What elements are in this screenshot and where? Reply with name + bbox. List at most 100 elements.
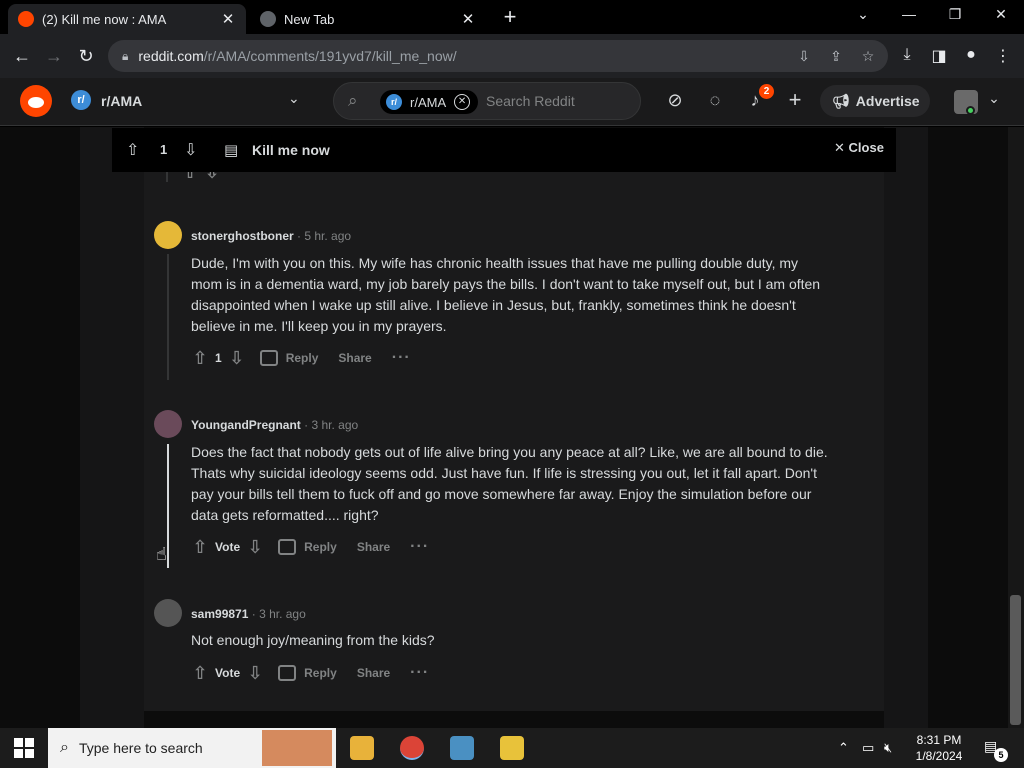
community-chip-icon: r/ (386, 94, 402, 110)
chat-icon[interactable]: ◌ (703, 90, 727, 111)
upvote-icon[interactable]: ⇧ (189, 348, 211, 369)
search-highlight-image[interactable] (262, 730, 332, 766)
comments-panel: ⇧ ⇩ stonerghostboner · 5 hr. ago Dude, I… (144, 172, 884, 711)
search-icon: ⌕ (60, 739, 69, 756)
network-icon[interactable]: ▭ (862, 740, 874, 756)
reply-button[interactable]: Reply (278, 539, 337, 555)
show-hidden-icons-icon[interactable]: ⌃ (838, 740, 849, 756)
comment-meta: sam99871 · 3 hr. ago (191, 607, 306, 621)
downloads-icon[interactable]: ⤓ (896, 46, 918, 64)
reply-button[interactable]: Reply (278, 665, 337, 681)
reply-label: Reply (285, 351, 319, 365)
downvote-icon[interactable]: ⇩ (201, 172, 223, 183)
thread-line[interactable] (166, 172, 168, 182)
upvote-icon[interactable]: ⇧ (189, 537, 211, 558)
search-icon: ⌕ (348, 91, 358, 110)
community-name[interactable]: r/AMA (101, 93, 142, 109)
file-explorer-icon[interactable] (350, 736, 374, 760)
new-tab-button[interactable]: + (498, 6, 522, 28)
clock-time: 8:31 PM (916, 733, 962, 747)
thread-line[interactable] (167, 444, 169, 568)
chevron-down-icon[interactable]: ⌄ (288, 90, 300, 107)
comment-timestamp[interactable]: 3 hr. ago (311, 418, 358, 432)
search-community-chip[interactable]: r/ r/AMA ✕ (380, 90, 478, 114)
share-button[interactable]: Share (357, 666, 390, 680)
search-input[interactable]: Search Reddit (486, 93, 575, 109)
url-path: /r/AMA/comments/191yvd7/kill_me_now/ (203, 48, 457, 64)
more-options-icon[interactable]: ··· (410, 538, 429, 556)
more-options-icon[interactable]: ··· (392, 349, 411, 367)
advertise-label: Advertise (855, 93, 920, 109)
advertise-button[interactable]: 📢︎ Advertise (820, 85, 930, 117)
comment-username[interactable]: sam99871 (191, 607, 248, 621)
lock-icon: 🔒︎ (122, 48, 129, 63)
close-tab-icon[interactable]: ✕ (460, 10, 476, 28)
back-button[interactable]: ← (10, 44, 34, 68)
upvote-icon[interactable]: ⇧ (189, 663, 211, 684)
menu-dots-icon[interactable]: ⋮ (992, 46, 1014, 66)
bookmark-star-icon[interactable]: ☆ (856, 40, 880, 72)
close-tab-icon[interactable]: ✕ (220, 10, 236, 28)
meta-separator: · (251, 607, 260, 621)
volume-muted-icon[interactable]: 🔇︎ (884, 740, 892, 756)
system-clock[interactable]: 8:31 PM 1/8/2024 (900, 732, 978, 764)
forward-button[interactable]: → (42, 44, 66, 68)
reddit-logo-icon[interactable] (20, 85, 52, 117)
clear-chip-icon[interactable]: ✕ (454, 94, 471, 110)
downvote-icon[interactable]: ⇩ (244, 537, 266, 558)
tab-search-icon[interactable]: ⌄ (848, 6, 878, 23)
profile-icon[interactable]: ● (960, 46, 982, 64)
bee-app-icon[interactable] (500, 736, 524, 760)
comment-body: Dude, I'm with you on this. My wife has … (191, 255, 821, 334)
comment-username[interactable]: stonerghostboner (191, 229, 294, 243)
share-icon[interactable]: ⇪ (824, 40, 848, 72)
create-post-icon[interactable]: + (783, 87, 807, 113)
background-feed-panel (80, 127, 144, 728)
popular-icon[interactable]: ⊘ (663, 90, 687, 111)
address-bar[interactable]: 🔒︎ reddit.com/r/AMA/comments/191yvd7/kil… (108, 40, 888, 72)
background-sidebar-panel (884, 127, 928, 728)
reply-button[interactable]: Reply (259, 350, 319, 366)
reload-button[interactable]: ↻ (74, 44, 98, 68)
close-label: Close (848, 140, 884, 155)
comment-timestamp[interactable]: 3 hr. ago (259, 607, 306, 621)
avatar[interactable] (154, 410, 182, 438)
more-options-icon[interactable]: ··· (410, 664, 429, 682)
tab-new-tab[interactable]: New Tab ✕ (250, 4, 486, 34)
scrollbar-thumb[interactable] (1010, 595, 1021, 725)
upvote-icon[interactable]: ⇧ (126, 140, 139, 160)
close-post-button[interactable]: ✕ Close (834, 140, 884, 156)
search-chip-label: r/AMA (410, 94, 447, 110)
people-app-icon[interactable] (450, 736, 474, 760)
chrome-icon[interactable] (400, 736, 424, 760)
thread-line[interactable] (167, 254, 169, 380)
taskbar-search[interactable]: ⌕ Type here to search (48, 728, 336, 768)
account-menu-chevron-icon[interactable]: ⌄ (982, 90, 1006, 107)
windows-start-icon[interactable] (14, 738, 34, 758)
avatar[interactable] (154, 599, 182, 627)
notification-badge: 2 (759, 84, 774, 99)
chrome-favicon-icon (260, 11, 276, 27)
downvote-icon[interactable]: ⇩ (244, 663, 266, 684)
taskbar-search-input[interactable]: Type here to search (79, 740, 203, 756)
comment-timestamp[interactable]: 5 hr. ago (304, 229, 351, 243)
close-window-button[interactable]: ✕ (986, 6, 1016, 23)
restore-button[interactable]: ❐ (940, 6, 970, 23)
install-app-icon[interactable]: ⇩ (792, 40, 816, 72)
browser-toolbar: ← → ↻ 🔒︎ reddit.com/r/AMA/comments/191yv… (0, 34, 1024, 78)
tab-title: New Tab (284, 11, 335, 27)
search-bar[interactable]: ⌕ r/ r/AMA ✕ Search Reddit (333, 82, 641, 120)
upvote-icon[interactable]: ⇧ (179, 172, 201, 183)
avatar[interactable] (154, 221, 182, 249)
share-button[interactable]: Share (357, 540, 390, 554)
comment-username[interactable]: YoungandPregnant (191, 418, 301, 432)
minimize-button[interactable]: — (894, 6, 924, 22)
share-button[interactable]: Share (338, 351, 371, 365)
tab-title: (2) Kill me now : AMA (42, 11, 167, 27)
post-title: Kill me now (252, 142, 330, 158)
clock-date: 1/8/2024 (915, 749, 963, 763)
tab-reddit[interactable]: (2) Kill me now : AMA ✕ (8, 4, 246, 34)
side-panel-icon[interactable]: ◨ (928, 46, 950, 66)
downvote-icon[interactable]: ⇩ (184, 140, 197, 160)
downvote-icon[interactable]: ⇩ (226, 348, 248, 369)
